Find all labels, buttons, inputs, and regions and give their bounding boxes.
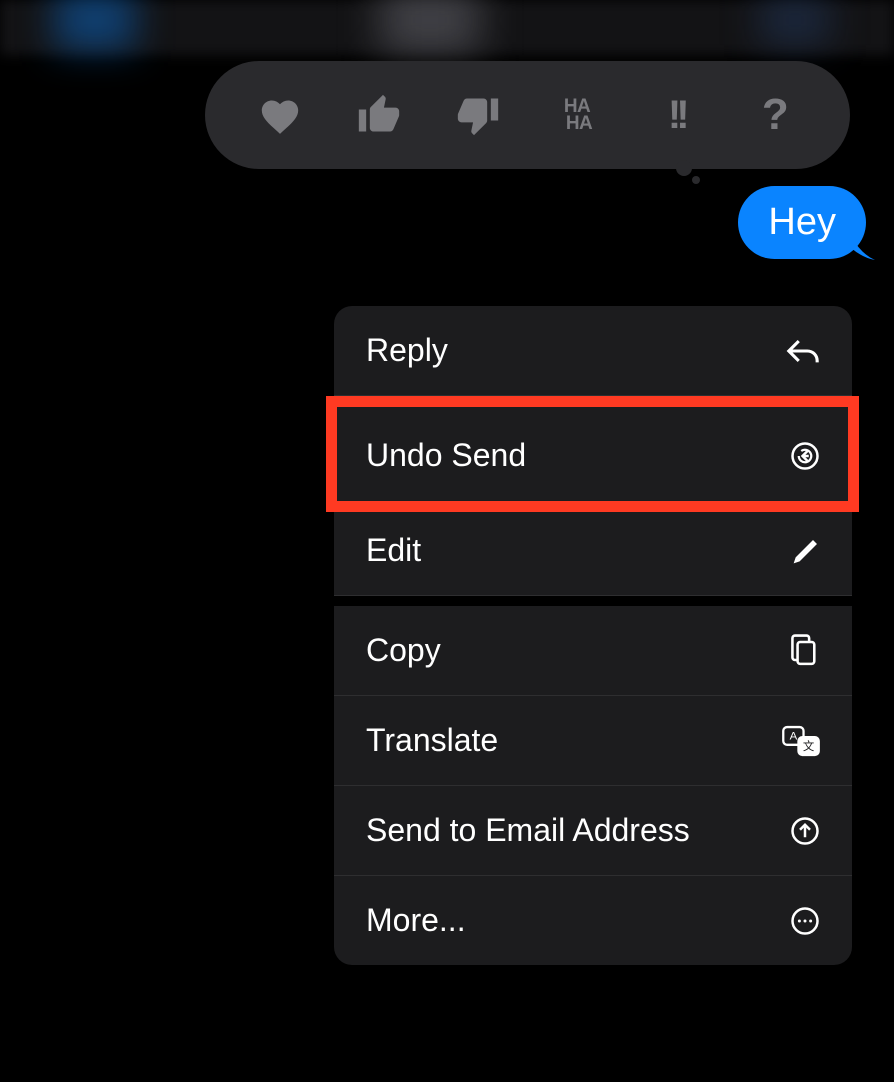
bubble-tail [851, 236, 876, 261]
more-circle-icon [790, 906, 820, 936]
reaction-haha[interactable]: HA HA [547, 85, 607, 145]
reaction-thumbs-down[interactable] [448, 85, 508, 145]
reaction-question[interactable]: ? [745, 85, 805, 145]
thumbs-down-icon [456, 93, 500, 137]
question-icon: ? [762, 90, 789, 140]
menu-label: Translate [366, 722, 498, 759]
menu-label: More... [366, 902, 466, 939]
menu-label: Send to Email Address [366, 812, 690, 849]
svg-text:A: A [790, 730, 798, 742]
translate-icon: A 文 [782, 725, 820, 757]
haha-icon: HA HA [562, 98, 592, 132]
reaction-heart[interactable] [250, 85, 310, 145]
nav-right-glow [760, 0, 830, 45]
pencil-icon [792, 537, 820, 565]
nav-center-glow [380, 0, 480, 55]
reaction-thumbs-up[interactable] [349, 85, 409, 145]
menu-label: Reply [366, 332, 448, 369]
menu-item-copy[interactable]: Copy [334, 606, 852, 696]
svg-text:文: 文 [803, 738, 815, 752]
heart-icon [258, 95, 302, 135]
menu-item-undo-send[interactable]: Undo Send [334, 406, 852, 506]
exclaim-icon: !! [668, 93, 685, 138]
arrow-up-circle-icon [790, 816, 820, 846]
menu-separator [334, 396, 852, 406]
menu-item-send-email[interactable]: Send to Email Address [334, 786, 852, 876]
menu-item-translate[interactable]: Translate A 文 [334, 696, 852, 786]
message-text: Hey [768, 201, 836, 243]
undo-icon [790, 441, 820, 471]
menu-label: Edit [366, 532, 421, 569]
thumbs-up-icon [357, 93, 401, 137]
reply-arrow-icon [786, 336, 820, 366]
nav-back-glow [55, 0, 135, 50]
menu-item-more[interactable]: More... [334, 876, 852, 965]
copy-icon [788, 633, 820, 669]
menu-separator [334, 596, 852, 606]
menu-label: Copy [366, 632, 441, 669]
menu-item-edit[interactable]: Edit [334, 506, 852, 596]
tapback-reaction-bar: HA HA !! ? [205, 61, 850, 169]
reaction-exclaim[interactable]: !! [646, 85, 706, 145]
sent-message-bubble[interactable]: Hey [738, 186, 866, 259]
message-bubble-wrap: Hey [738, 186, 866, 259]
tapback-tail [674, 160, 704, 190]
context-menu: Reply Undo Send Edit [334, 306, 852, 965]
menu-item-reply[interactable]: Reply [334, 306, 852, 396]
menu-label: Undo Send [366, 437, 526, 474]
